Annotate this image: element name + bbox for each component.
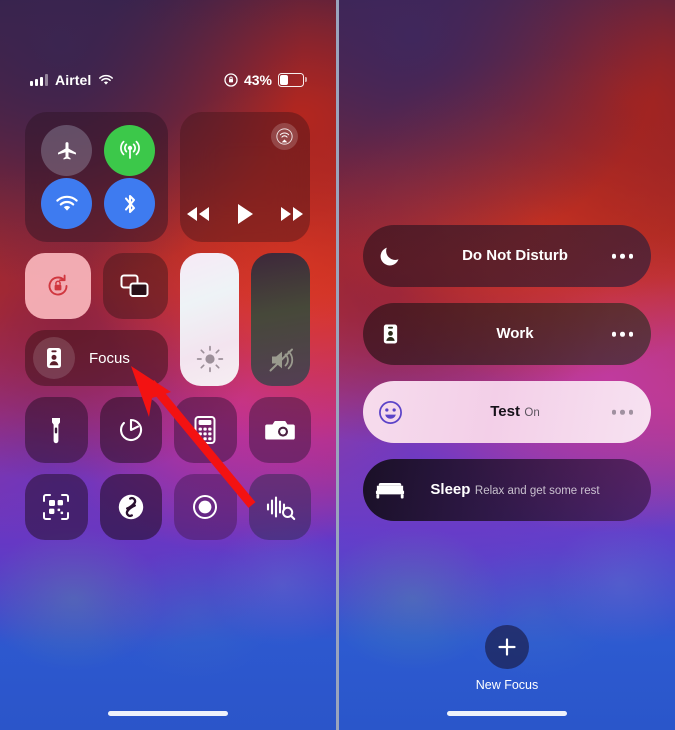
airplane-icon xyxy=(57,141,76,159)
plus-glyph xyxy=(498,638,516,656)
wifi-icon xyxy=(99,74,114,85)
flashlight-button[interactable] xyxy=(25,397,88,463)
cc-top-row xyxy=(25,112,311,242)
focus-item-subtitle: On xyxy=(524,407,540,419)
camera-icon xyxy=(264,421,295,440)
focus-mode-list: Do Not Disturb Work Test On Sleep Relax … xyxy=(363,225,651,537)
shazam-icon xyxy=(118,494,143,520)
focus-item-more-button[interactable] xyxy=(611,331,633,337)
focus-button-label: Focus xyxy=(89,349,130,367)
status-bar-left: Airtel xyxy=(30,72,114,88)
focus-item-title: Test xyxy=(490,403,520,420)
status-bar: Airtel 43% xyxy=(0,72,336,98)
play-icon[interactable] xyxy=(235,202,255,226)
sound-recognition-button[interactable] xyxy=(248,474,311,540)
bluetooth-toggle[interactable] xyxy=(104,178,155,229)
focus-selection-screen: Do Not Disturb Work Test On Sleep Relax … xyxy=(339,0,675,730)
plus-icon xyxy=(485,625,529,669)
rotation-lock-icon xyxy=(224,73,238,87)
focus-button[interactable]: Focus xyxy=(25,330,168,386)
focus-item-more-button[interactable] xyxy=(611,253,633,259)
shazam-button[interactable] xyxy=(99,474,162,540)
focus-item-title: Do Not Disturb xyxy=(462,247,568,264)
status-bar-right: 43% xyxy=(224,72,307,88)
home-indicator-right xyxy=(447,711,567,716)
cc-middle-row: Focus xyxy=(25,253,311,386)
control-center-screen: Airtel 43% Focus xyxy=(0,0,336,730)
control-center-grid: Focus xyxy=(25,112,311,540)
connectivity-module[interactable] xyxy=(25,112,168,242)
airplay-audio-icon xyxy=(276,128,293,145)
flashlight-icon xyxy=(52,418,61,444)
focus-item-title: Sleep xyxy=(430,481,471,498)
rotation-lock-toggle[interactable] xyxy=(25,253,91,319)
screen-mirroring-icon xyxy=(120,274,149,297)
calculator-button[interactable] xyxy=(174,397,237,463)
bluetooth-icon xyxy=(124,194,135,213)
brightness-slider[interactable] xyxy=(180,253,239,386)
wifi-icon xyxy=(55,195,78,211)
volume-muted-icon xyxy=(269,348,293,372)
bed-glyph xyxy=(375,482,405,499)
focus-item-do-not-disturb[interactable]: Do Not Disturb xyxy=(363,225,651,287)
cellular-bars-icon xyxy=(30,74,48,86)
bed-icon xyxy=(367,467,413,513)
focus-item-work[interactable]: Work xyxy=(363,303,651,365)
cc-shortcut-row-2 xyxy=(25,474,311,540)
home-indicator-left xyxy=(108,711,228,716)
focus-item-more-button[interactable] xyxy=(611,409,633,415)
brightness-sun-icon xyxy=(196,345,223,373)
cellular-data-toggle[interactable] xyxy=(104,125,155,176)
media-transport-controls xyxy=(180,202,310,226)
work-badge-glyph xyxy=(383,324,397,344)
focus-item-title: Work xyxy=(496,325,534,342)
moon-icon xyxy=(367,233,413,279)
new-focus-label: New Focus xyxy=(475,678,539,692)
volume-slider[interactable] xyxy=(251,253,310,386)
brightness-glyph-wrap xyxy=(180,344,239,374)
airplane-mode-toggle[interactable] xyxy=(41,125,92,176)
qr-scanner-icon xyxy=(43,494,70,520)
screen-mirroring-toggle[interactable] xyxy=(102,253,168,319)
battery-icon xyxy=(278,73,307,87)
focus-item-subtitle: Relax and get some rest xyxy=(474,485,600,497)
code-scanner-button[interactable] xyxy=(25,474,88,540)
screenshot-stage: Airtel 43% Focus Do Not Disturb Work Tes… xyxy=(0,0,675,730)
smiley-face-icon xyxy=(367,389,413,435)
camera-button[interactable] xyxy=(248,397,311,463)
screen-recording-button[interactable] xyxy=(174,474,237,540)
sliders-group xyxy=(180,253,310,386)
moon-glyph xyxy=(380,247,399,266)
focus-item-text: Sleep Relax and get some rest xyxy=(413,481,651,499)
carrier-label: Airtel xyxy=(55,72,92,88)
rewind-icon[interactable] xyxy=(185,205,211,223)
battery-percent-label: 43% xyxy=(243,72,272,88)
new-focus-button[interactable]: New Focus xyxy=(339,625,675,692)
sound-recognition-icon xyxy=(266,496,295,521)
work-badge-icon xyxy=(367,311,413,357)
media-playback-module[interactable] xyxy=(180,112,310,242)
focus-badge-icon xyxy=(33,337,75,379)
screen-record-icon xyxy=(193,495,218,519)
cc-utility-row xyxy=(25,253,168,319)
timer-button[interactable] xyxy=(99,397,162,463)
cc-shortcut-row-1 xyxy=(25,397,311,463)
calculator-icon xyxy=(194,416,216,444)
cellular-antenna-icon xyxy=(119,140,140,159)
rotation-lock-icon xyxy=(48,274,68,296)
cc-middle-left-column: Focus xyxy=(25,253,168,386)
timer-icon xyxy=(119,418,142,442)
focus-item-test[interactable]: Test On xyxy=(363,381,651,443)
fast-forward-icon[interactable] xyxy=(279,205,305,223)
focus-item-sleep[interactable]: Sleep Relax and get some rest xyxy=(363,459,651,521)
wifi-toggle[interactable] xyxy=(41,178,92,229)
focus-badge-glyph xyxy=(47,348,61,368)
airplay-button[interactable] xyxy=(271,123,298,150)
smiley-face-glyph xyxy=(378,400,402,424)
volume-glyph-wrap xyxy=(251,346,310,374)
